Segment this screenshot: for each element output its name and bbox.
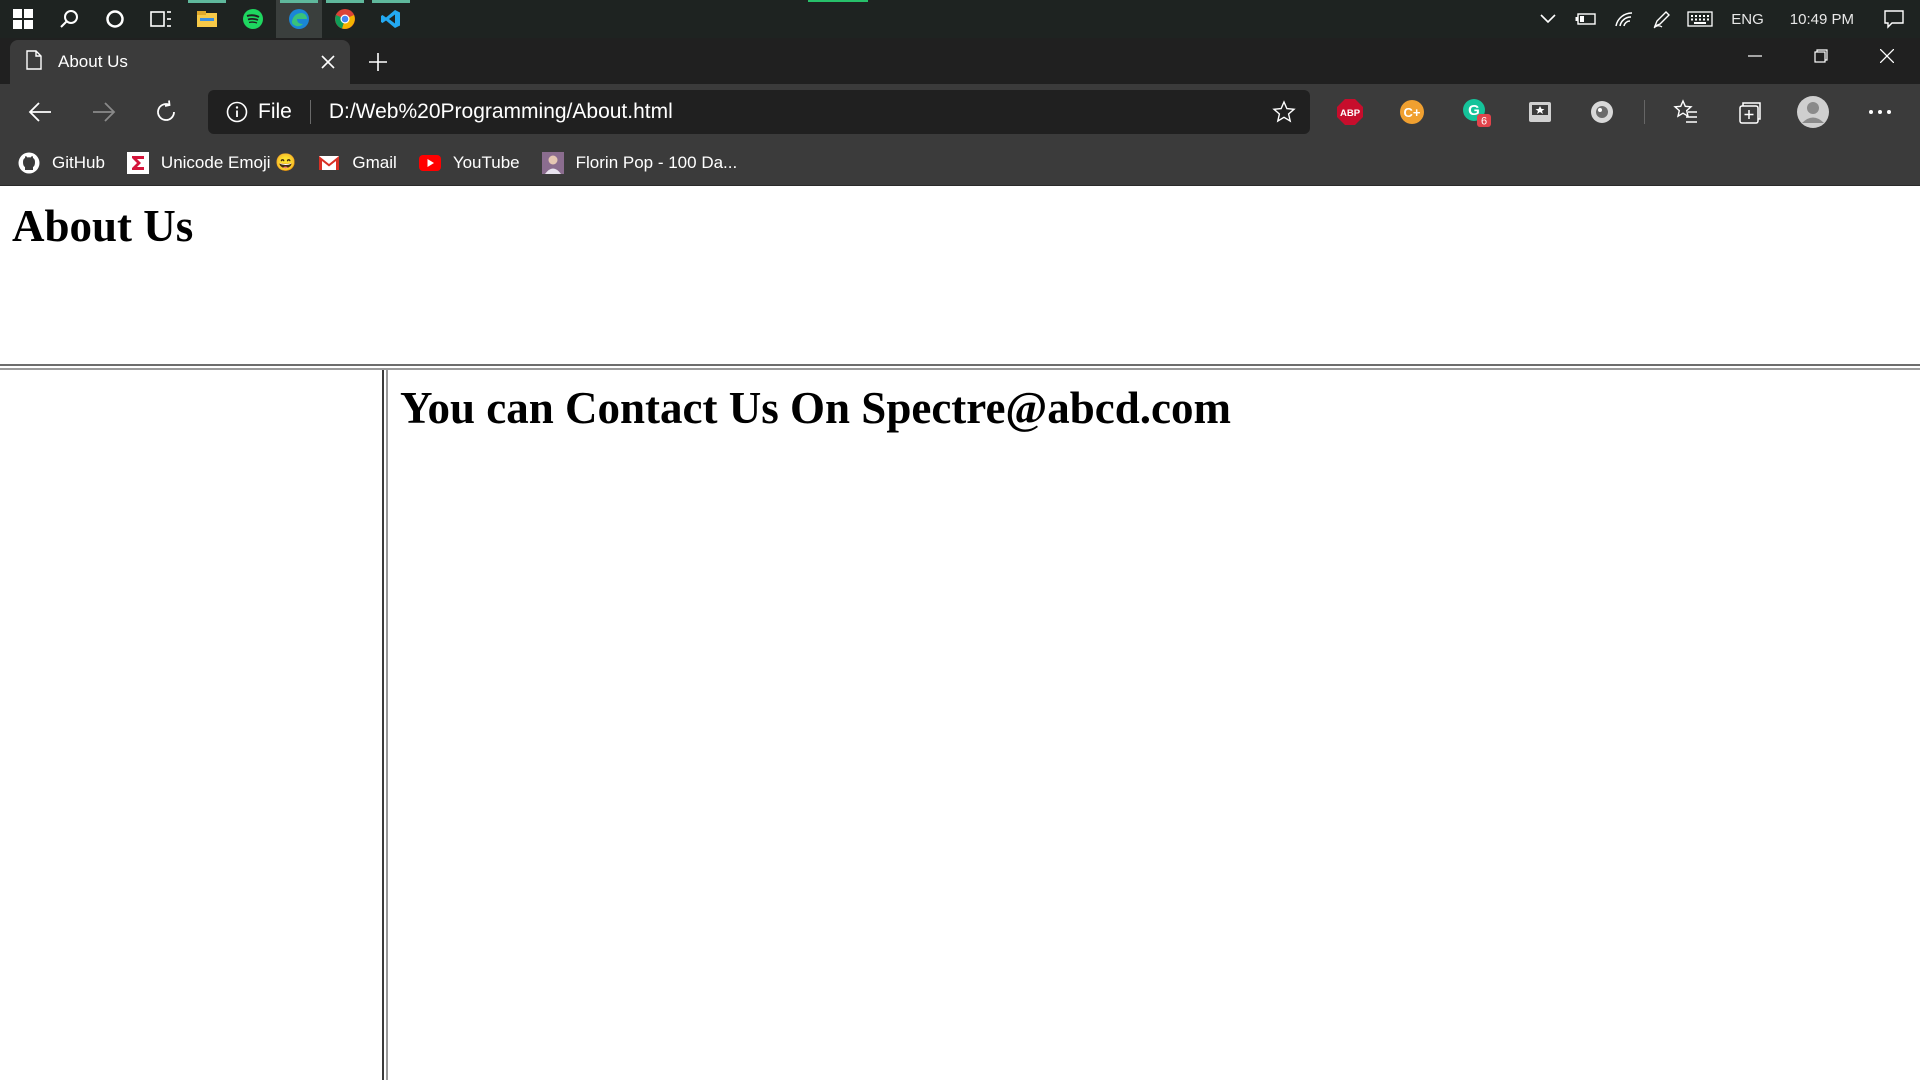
battery-icon[interactable] — [1567, 0, 1605, 38]
vscode-icon[interactable] — [368, 0, 414, 38]
keyboard-icon[interactable] — [1681, 0, 1719, 38]
language-indicator[interactable]: ENG — [1719, 11, 1776, 28]
bookmark-github[interactable]: GitHub — [18, 152, 105, 174]
forward-icon[interactable] — [84, 92, 124, 132]
bookmark-unicode-emoji[interactable]: Unicode Emoji 😄 — [126, 151, 297, 174]
bookmark-youtube[interactable]: YouTube — [418, 152, 520, 174]
progress-glow — [808, 0, 868, 2]
address-scheme: File — [258, 100, 292, 123]
close-window-icon[interactable] — [1854, 38, 1920, 74]
task-view-icon[interactable] — [138, 0, 184, 38]
florin-pop-icon — [541, 151, 564, 174]
address-divider — [309, 100, 311, 124]
frame-border-vertical[interactable] — [382, 370, 388, 1080]
windows-start-icon[interactable] — [0, 0, 46, 38]
top-frame: About Us — [0, 186, 1920, 364]
gmail-icon — [318, 152, 340, 174]
wifi-icon[interactable] — [1605, 0, 1643, 38]
tab-strip: About Us — [0, 38, 1920, 84]
system-tray: ENG 10:49 PM — [1529, 0, 1920, 38]
svg-text:C+: C+ — [1404, 105, 1421, 120]
notification-icon[interactable] — [1868, 0, 1920, 38]
screenshot-extension-icon[interactable] — [1524, 96, 1556, 128]
frame-border-horizontal[interactable] — [0, 364, 1920, 370]
chrome-icon[interactable] — [322, 0, 368, 38]
restore-icon[interactable] — [1788, 38, 1854, 74]
page-icon — [26, 49, 42, 75]
profile-avatar-icon[interactable] — [1796, 95, 1830, 129]
refresh-icon[interactable] — [146, 92, 186, 132]
taskbar: ENG 10:49 PM — [0, 0, 1920, 38]
browser-toolbar: File D:/Web%20Programming/About.html ABP… — [0, 84, 1920, 140]
abp-label: ABP — [1340, 108, 1361, 119]
tab-title: About Us — [58, 52, 128, 71]
back-icon[interactable] — [20, 92, 60, 132]
grammarly-icon[interactable]: G6 — [1460, 96, 1492, 128]
address-bar[interactable]: File D:/Web%20Programming/About.html — [208, 90, 1310, 134]
bookmark-label: YouTube — [452, 152, 520, 172]
bookmark-label: GitHub — [52, 152, 105, 172]
info-icon[interactable] — [226, 101, 248, 123]
collections-icon[interactable] — [1734, 96, 1766, 128]
favorite-star-icon[interactable] — [1272, 100, 1296, 124]
honey-extension-icon[interactable]: C+ — [1396, 96, 1428, 128]
minimize-icon[interactable] — [1722, 38, 1788, 74]
adblock-plus-icon[interactable]: ABP — [1334, 96, 1366, 128]
spotify-icon[interactable] — [230, 0, 276, 38]
chevron-up-icon[interactable] — [1529, 0, 1567, 38]
bookmarks-bar: GitHub Unicode Emoji 😄 Gmail YouTube Flo… — [0, 140, 1920, 186]
toolbar-divider — [1644, 100, 1645, 124]
more-options-icon[interactable] — [1864, 96, 1896, 128]
unicode-emoji-icon — [126, 151, 149, 174]
youtube-icon — [418, 152, 441, 174]
clock[interactable]: 10:49 PM — [1776, 11, 1868, 28]
edge-icon[interactable] — [276, 0, 322, 38]
tab-about-us[interactable]: About Us — [10, 40, 350, 84]
page-viewport: About Us You can Contact Us On Spectre@a… — [0, 186, 1920, 1080]
bookmark-florin-pop[interactable]: Florin Pop - 100 Da... — [541, 151, 738, 174]
bookmark-label: Unicode Emoji 😄 — [160, 152, 297, 172]
github-icon — [18, 152, 40, 174]
bookmark-label: Florin Pop - 100 Da... — [575, 152, 738, 172]
new-tab-icon[interactable] — [362, 46, 394, 78]
contact-heading: You can Contact Us On Spectre@abcd.com — [400, 383, 1232, 433]
close-tab-icon[interactable] — [318, 52, 338, 72]
record-extension-icon[interactable] — [1586, 96, 1618, 128]
pen-icon[interactable] — [1643, 0, 1681, 38]
cortana-icon[interactable] — [92, 0, 138, 38]
search-icon[interactable] — [46, 0, 92, 38]
favorites-icon[interactable] — [1670, 96, 1702, 128]
address-url[interactable]: D:/Web%20Programming/About.html — [329, 100, 673, 124]
bookmark-label: Gmail — [352, 152, 397, 172]
page-title: About Us — [12, 201, 194, 251]
notification-badge: 6 — [1481, 116, 1487, 128]
file-explorer-icon[interactable] — [184, 0, 230, 38]
bookmark-gmail[interactable]: Gmail — [318, 152, 397, 174]
